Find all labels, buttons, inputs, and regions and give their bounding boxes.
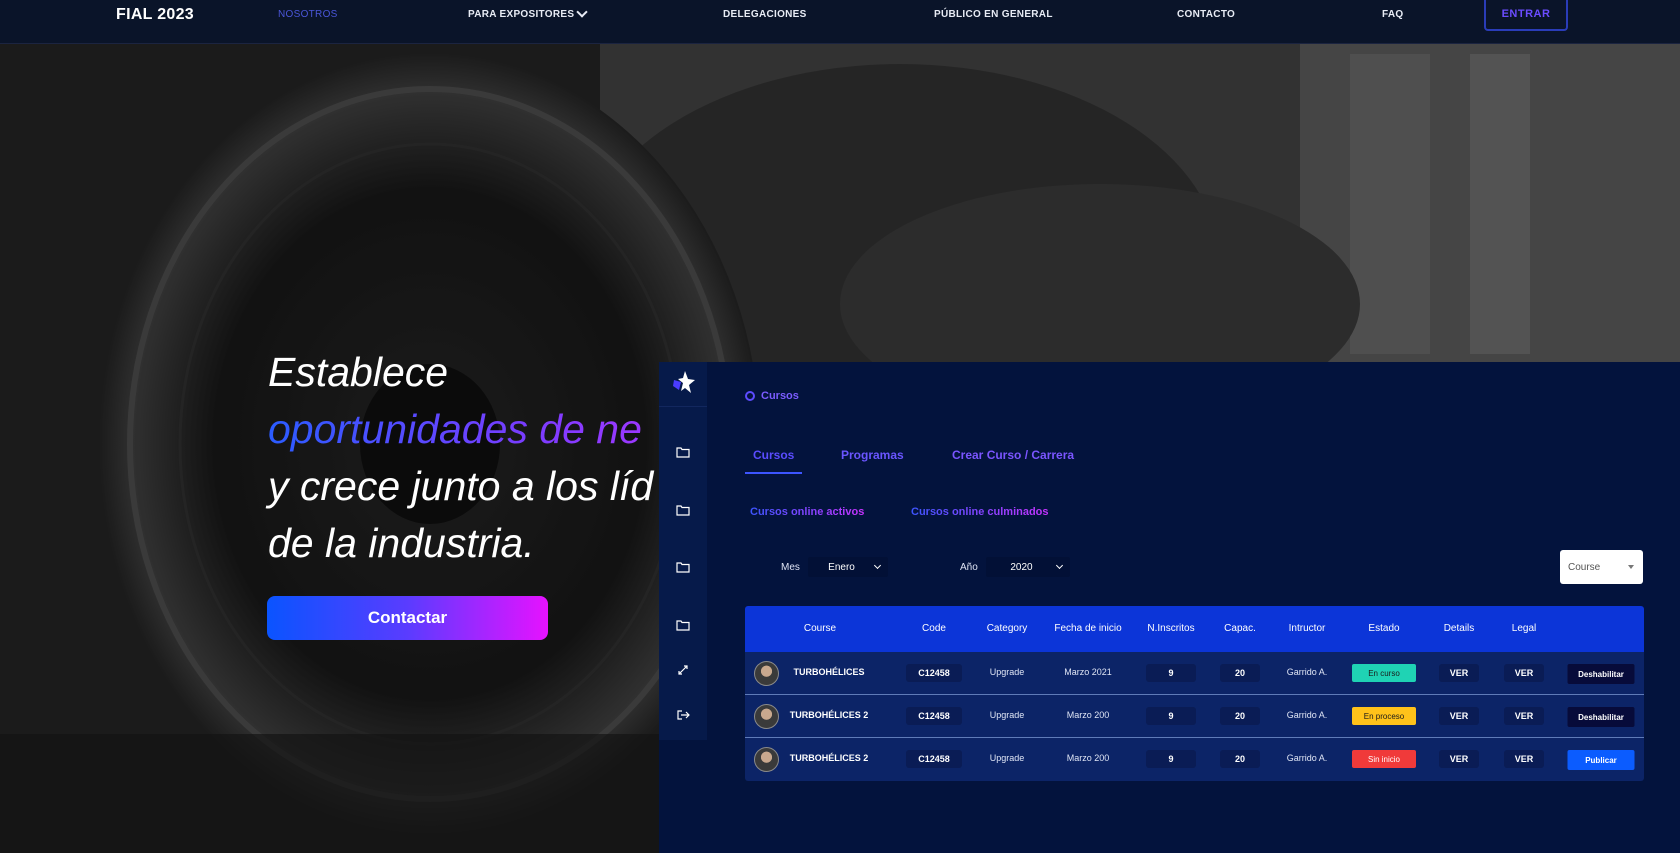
subtab-cursos-activos[interactable]: Cursos online activos (750, 506, 864, 518)
nav-delegaciones[interactable]: DELEGACIONES (723, 9, 807, 20)
anio-select[interactable]: 2020 (986, 557, 1070, 577)
subtab-cursos-culminados[interactable]: Cursos online culminados (911, 506, 1049, 518)
course-instructor: Garrido A. (1286, 710, 1328, 720)
course-inscritos: 9 (1146, 707, 1196, 725)
top-navbar: FIAL 2023 NOSOTROS PARA EXPOSITORES DELE… (0, 0, 1680, 44)
course-fecha: Marzo 2021 (1064, 667, 1112, 677)
col-capac[interactable]: Capac. (1224, 623, 1256, 634)
course-category: Upgrade (989, 667, 1025, 677)
contact-button[interactable]: Contactar (267, 596, 548, 640)
folder-icon[interactable] (676, 504, 690, 516)
deshabilitar-button[interactable]: Deshabilitar (1567, 707, 1635, 727)
col-fecha[interactable]: Fecha de inicio (1054, 623, 1121, 634)
course-instructor: Garrido A. (1286, 753, 1328, 763)
chevron-down-icon[interactable] (576, 6, 588, 18)
brand-logo[interactable]: FIAL 2023 (116, 6, 194, 24)
status-badge: En curso (1352, 664, 1416, 682)
target-icon (745, 391, 755, 401)
course-name: TURBOHÉLICES 2 (789, 710, 869, 720)
dashboard-sidebar (659, 362, 707, 740)
anio-label: Año (960, 562, 978, 573)
chevron-down-icon (1055, 561, 1064, 570)
folder-icon[interactable] (676, 619, 690, 631)
folder-icon[interactable] (676, 561, 690, 573)
course-inscritos: 9 (1146, 750, 1196, 768)
course-code: C12458 (906, 750, 962, 768)
col-inscritos[interactable]: N.Inscritos (1147, 623, 1194, 634)
nav-para-expositores[interactable]: PARA EXPOSITORES (468, 9, 574, 20)
table-row[interactable]: TURBOHÉLICES 2 C12458 Upgrade Marzo 200 … (745, 695, 1644, 738)
avatar (754, 747, 779, 772)
sidebar-divider (659, 406, 707, 407)
logout-icon[interactable] (676, 709, 690, 721)
course-name: TURBOHÉLICES (793, 667, 865, 677)
course-code: C12458 (906, 664, 962, 682)
col-estado[interactable]: Estado (1368, 623, 1399, 634)
expand-icon[interactable] (676, 664, 690, 676)
deshabilitar-button[interactable]: Deshabilitar (1567, 664, 1635, 684)
course-fecha: Marzo 200 (1066, 753, 1110, 763)
col-details[interactable]: Details (1444, 623, 1475, 634)
star-logo-icon[interactable] (671, 370, 695, 394)
tab-cursos[interactable]: Cursos (753, 448, 794, 462)
details-link[interactable]: VER (1439, 664, 1479, 682)
col-instructor[interactable]: Intructor (1289, 623, 1326, 634)
legal-link[interactable]: VER (1504, 707, 1544, 725)
col-course[interactable]: Course (804, 623, 836, 634)
nav-faq[interactable]: FAQ (1382, 9, 1403, 20)
caret-down-icon (1628, 565, 1634, 569)
nav-nosotros[interactable]: NOSOTROS (278, 9, 338, 20)
nav-contacto[interactable]: CONTACTO (1177, 9, 1235, 20)
tab-programas[interactable]: Programas (841, 448, 904, 462)
status-badge: En proceso (1352, 707, 1416, 725)
courses-table: Course Code Category Fecha de inicio N.I… (745, 606, 1644, 781)
course-name: TURBOHÉLICES 2 (789, 753, 869, 763)
course-capac: 20 (1220, 750, 1260, 768)
col-legal[interactable]: Legal (1512, 623, 1536, 634)
course-inscritos: 9 (1146, 664, 1196, 682)
nav-publico-general[interactable]: PÚBLICO EN GENERAL (934, 9, 1053, 20)
legal-link[interactable]: VER (1504, 750, 1544, 768)
avatar (754, 704, 779, 729)
active-tab-indicator (745, 472, 802, 474)
mes-value: Enero (828, 561, 855, 573)
course-select-value: Course (1568, 561, 1601, 573)
legal-link[interactable]: VER (1504, 664, 1544, 682)
course-select[interactable]: Course (1560, 550, 1643, 584)
course-capac: 20 (1220, 664, 1260, 682)
table-row[interactable]: TURBOHÉLICES C12458 Upgrade Marzo 2021 9… (745, 652, 1644, 695)
col-category[interactable]: Category (987, 623, 1028, 634)
mes-select[interactable]: Enero (808, 557, 888, 577)
course-fecha: Marzo 200 (1066, 710, 1110, 720)
publicar-button[interactable]: Publicar (1567, 750, 1635, 770)
details-link[interactable]: VER (1439, 750, 1479, 768)
course-code: C12458 (906, 707, 962, 725)
table-header: Course Code Category Fecha de inicio N.I… (745, 606, 1644, 652)
anio-value: 2020 (1010, 561, 1033, 573)
course-category: Upgrade (989, 710, 1025, 720)
avatar (754, 661, 779, 686)
course-instructor: Garrido A. (1286, 667, 1328, 677)
enter-button[interactable]: ENTRAR (1484, 0, 1568, 31)
mes-label: Mes (781, 562, 800, 573)
table-row[interactable]: TURBOHÉLICES 2 C12458 Upgrade Marzo 200 … (745, 738, 1644, 781)
breadcrumb-label[interactable]: Cursos (761, 390, 799, 402)
col-code[interactable]: Code (922, 623, 946, 634)
course-category: Upgrade (989, 753, 1025, 763)
status-badge: Sin inicio (1352, 750, 1416, 768)
course-capac: 20 (1220, 707, 1260, 725)
breadcrumb: Cursos (745, 390, 799, 402)
details-link[interactable]: VER (1439, 707, 1479, 725)
tab-crear-curso[interactable]: Crear Curso / Carrera (952, 448, 1074, 462)
course-dashboard: Cursos Cursos Programas Crear Curso / Ca… (659, 362, 1680, 853)
chevron-down-icon (873, 561, 882, 570)
folder-icon[interactable] (676, 446, 690, 458)
